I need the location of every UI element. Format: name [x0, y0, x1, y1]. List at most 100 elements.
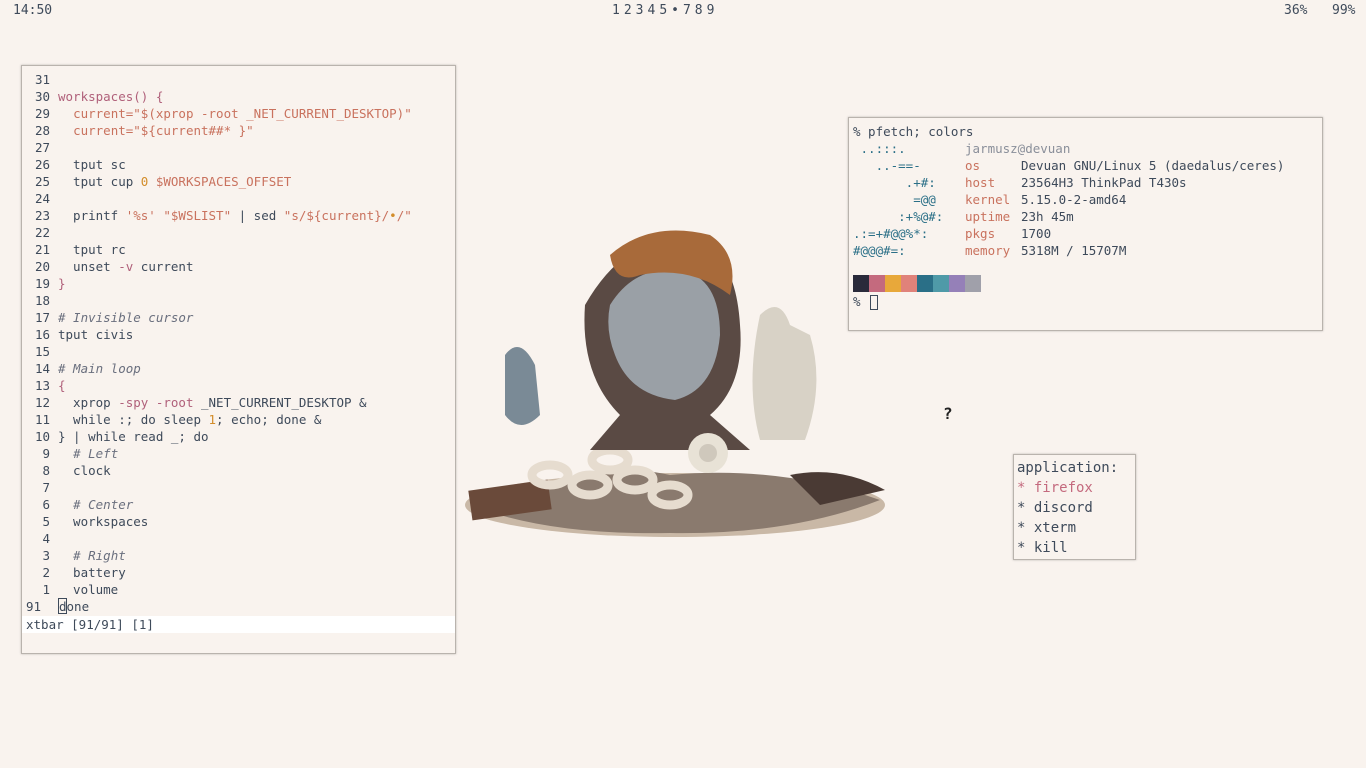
code-token: battery [58, 565, 126, 580]
menu-item-xterm[interactable]: * xterm [1017, 518, 1076, 538]
code-line[interactable]: 1 volume [22, 581, 412, 598]
pfetch-value: 5318M / 15707M [1021, 243, 1127, 258]
code-token: current="${current##* }" [73, 123, 254, 138]
workspace-4[interactable]: 4 [647, 3, 655, 18]
workspace-1[interactable]: 1 [612, 3, 620, 18]
line-number: 8 [42, 463, 50, 478]
code-line[interactable]: 9 # Left [22, 445, 412, 462]
color-swatch [885, 275, 901, 292]
line-number: 19 [34, 276, 50, 291]
workspace-3[interactable]: 3 [636, 3, 644, 18]
code-line[interactable]: 27 [22, 139, 412, 156]
ascii-logo-line: .:=+#@@%*: [853, 226, 929, 241]
code-token: workspaces() { [58, 89, 164, 104]
code-line[interactable]: 5 workspaces [22, 513, 412, 530]
code-line[interactable]: 12 xprop -spy -root _NET_CURRENT_DESKTOP… [22, 394, 412, 411]
code-line[interactable]: 26 tput sc [22, 156, 412, 173]
workspace-7[interactable]: 7 [683, 3, 691, 18]
code-token: '%s' [125, 208, 156, 223]
code-line[interactable]: 10 } | while read _; do [22, 428, 412, 445]
workspace-list[interactable]: 1 2 3 4 5 • 7 8 9 [612, 0, 718, 22]
code-line[interactable]: 13 { [22, 377, 412, 394]
code-line[interactable]: 30 workspaces() { [22, 88, 412, 105]
application-menu[interactable]: application: * firefox * discord * xterm * … [1013, 454, 1136, 560]
line-number: 23 [34, 208, 50, 223]
status-bar: 14:50 1 2 3 4 5 • 7 8 9 36% 99% [0, 0, 1366, 22]
code-line[interactable]: 15 [22, 343, 412, 360]
terminal-window[interactable]: % pfetch; colors ..:::. ..-==- .+#: =@@ … [848, 117, 1323, 331]
code-token: -spy -root [118, 395, 194, 410]
code-line[interactable]: 21 tput rc [22, 241, 412, 258]
line-number: 3 [42, 548, 50, 563]
line-number: 14 [34, 361, 50, 376]
code-token: # Center [73, 497, 134, 512]
code-line[interactable]: 24 [22, 190, 412, 207]
code-line[interactable]: 18 [22, 292, 412, 309]
code-line[interactable]: 4 [22, 530, 412, 547]
help-cursor-icon: ? [943, 404, 953, 423]
battery-indicator: 36% [1284, 3, 1308, 18]
code-token: printf [58, 208, 126, 223]
code-line[interactable]: 22 [22, 224, 412, 241]
color-swatch [949, 275, 965, 292]
code-line[interactable]: 16 tput civis [22, 326, 412, 343]
line-number: 2 [42, 565, 50, 580]
code-token: volume [58, 582, 119, 597]
code-line[interactable]: 25 tput cup 0 $WORKSPACES_OFFSET [22, 173, 412, 190]
line-number: 28 [34, 123, 50, 138]
editor-window[interactable]: 31 30 workspaces() {29 current="$(xprop -r… [21, 65, 456, 654]
menu-item-firefox[interactable]: * firefox [1017, 478, 1093, 498]
code-line[interactable]: 14 # Main loop [22, 360, 412, 377]
workspace-9[interactable]: 9 [707, 3, 715, 18]
menu-item-kill[interactable]: * kill [1017, 538, 1068, 558]
code-line[interactable]: 3 # Right [22, 547, 412, 564]
workspace-2[interactable]: 2 [624, 3, 632, 18]
ascii-logo-line: ..-==- [853, 158, 921, 173]
menu-title: application: [1017, 460, 1119, 476]
code-line[interactable]: 2 battery [22, 564, 412, 581]
line-number: 25 [34, 174, 50, 189]
code-token: _NET_CURRENT_DESKTOP & [193, 395, 367, 410]
line-number: 1 [42, 582, 50, 597]
code-token: -v [118, 259, 134, 274]
line-number: 29 [34, 106, 50, 121]
line-number: 7 [42, 480, 50, 495]
line-number: 10 [34, 429, 50, 444]
ascii-logo-line: .+#: [853, 175, 936, 190]
menu-item-discord[interactable]: * discord [1017, 498, 1093, 518]
line-number: 5 [42, 514, 50, 529]
code-token: ; [216, 412, 224, 427]
pfetch-value: 1700 [1021, 226, 1052, 241]
code-line[interactable]: 19} [22, 275, 412, 292]
ascii-logo-line: #@@@#=: [853, 243, 906, 258]
pfetch-label: host [965, 175, 996, 190]
code-line[interactable]: 8 clock [22, 462, 412, 479]
workspace-current[interactable]: • [671, 3, 679, 18]
editor-status-line: xtbar [91/91] [1] [22, 616, 455, 633]
line-number: 12 [34, 395, 50, 410]
code-line[interactable]: 31 [22, 71, 412, 88]
code-line[interactable]: 28 current="${current##* }" [22, 122, 412, 139]
code-line[interactable]: 17 # Invisible cursor [22, 309, 412, 326]
workspace-8[interactable]: 8 [695, 3, 703, 18]
color-swatch [933, 275, 949, 292]
code-line[interactable]: 20 unset -v current [22, 258, 412, 275]
code-line[interactable]: 11 while :; do sleep 1; echo; done & [22, 411, 412, 428]
code-area[interactable]: 31 30 workspaces() {29 current="$(xprop -r… [22, 71, 412, 615]
code-token: clock [58, 463, 111, 478]
code-line[interactable]: 6 # Center [22, 496, 412, 513]
line-number: 27 [34, 140, 50, 155]
code-token: } | while read _; do [58, 429, 209, 444]
code-line[interactable]: 29 current="$(xprop -root _NET_CURRENT_D… [22, 105, 412, 122]
line-number: 30 [34, 89, 50, 104]
ascii-logo-line: :+%@#: [853, 209, 944, 224]
line-number: 17 [34, 310, 50, 325]
code-line[interactable]: 91 done [22, 598, 412, 615]
code-line[interactable]: 7 [22, 479, 412, 496]
pfetch-label: memory [965, 243, 1011, 258]
line-number: 21 [34, 242, 50, 257]
code-line[interactable]: 23 printf '%s' "$WSLIST" | sed "s/${curr… [22, 207, 412, 224]
workspace-5[interactable]: 5 [659, 3, 667, 18]
